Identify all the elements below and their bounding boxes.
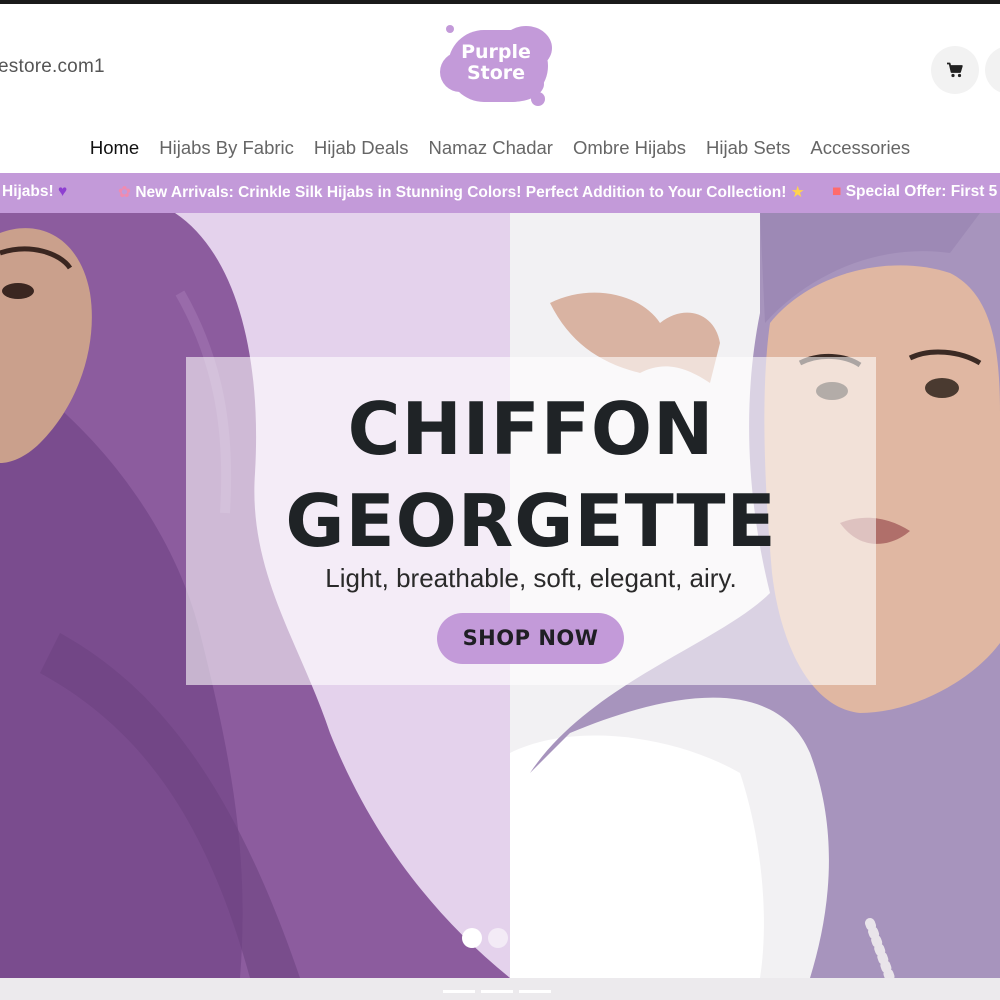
nav-item-home[interactable]: Home	[80, 137, 149, 159]
announcement-text: Hijabs!	[2, 183, 54, 200]
hero-title-line2: GEORGETTE	[285, 479, 777, 563]
cart-icon	[947, 62, 963, 78]
account-button[interactable]	[985, 46, 1000, 94]
nav-item-hijab-deals[interactable]: Hijab Deals	[304, 137, 419, 159]
pagination-bar[interactable]	[519, 990, 551, 993]
hero-title-line1: CHIFFON	[347, 387, 715, 471]
purple-heart-icon: ♥	[58, 183, 68, 200]
logo-text-line2: Store	[466, 62, 526, 84]
nav-item-hijab-sets[interactable]: Hijab Sets	[696, 137, 800, 159]
contact-email[interactable]: estore.com1	[0, 56, 105, 78]
pagination-bar[interactable]	[481, 990, 513, 993]
shop-now-button[interactable]: SHOP NOW	[437, 613, 624, 664]
hero-title: CHIFFON GEORGETTE	[186, 383, 876, 567]
logo-text-line1: Purple	[461, 41, 531, 63]
main-nav: Home Hijabs By Fabric Hijab Deals Namaz …	[0, 124, 1000, 172]
announcement-bar: Hijabs! ♥ ✿ New Arrivals: Crinkle Silk H…	[0, 173, 1000, 213]
slide-dot-2[interactable]	[488, 928, 508, 948]
nav-item-hijabs-by-fabric[interactable]: Hijabs By Fabric	[149, 137, 304, 159]
nav-item-namaz-chadar[interactable]: Namaz Chadar	[419, 137, 563, 159]
hero-slider[interactable]: CHIFFON GEORGETTE Light, breathable, sof…	[0, 213, 1000, 978]
slider-pagination	[462, 928, 534, 948]
gift-icon: ■	[832, 183, 842, 200]
slide-dot-1[interactable]	[462, 928, 482, 948]
cart-button[interactable]	[931, 46, 979, 94]
announcement-text: Special Offer: First 5	[845, 183, 998, 200]
slide-dot-3[interactable]	[514, 928, 534, 948]
next-section-strip	[0, 978, 1000, 1000]
nav-item-ombre-hijabs[interactable]: Ombre Hijabs	[563, 137, 696, 159]
announcement-text: New Arrivals: Crinkle Silk Hijabs in Stu…	[135, 184, 787, 201]
announcement-item: Hijabs! ♥	[2, 183, 67, 201]
flower-icon: ✿	[118, 184, 131, 201]
secondary-pagination	[443, 990, 551, 993]
nav-item-accessories[interactable]: Accessories	[800, 137, 920, 159]
site-header: estore.com1 Purple Store	[0, 4, 1000, 124]
hero-caption-box: CHIFFON GEORGETTE Light, breathable, sof…	[186, 357, 876, 685]
pagination-bar[interactable]	[443, 990, 475, 993]
announcement-item: ✿ New Arrivals: Crinkle Silk Hijabs in S…	[118, 183, 805, 202]
hero-subtitle: Light, breathable, soft, elegant, airy.	[325, 563, 737, 593]
announcement-item: ■ Special Offer: First 5	[832, 183, 997, 201]
purple-store-logo[interactable]: Purple Store	[440, 22, 558, 108]
star-icon: ★	[790, 184, 805, 201]
